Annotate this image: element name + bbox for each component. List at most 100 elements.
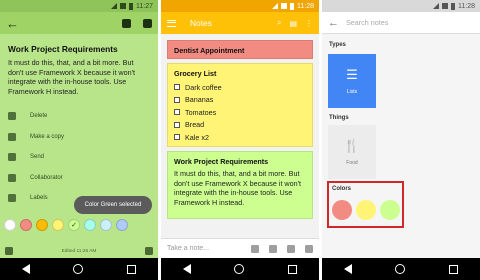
checkbox-icon[interactable] (174, 109, 180, 116)
nav-recents-icon[interactable] (288, 264, 298, 274)
editor-footer: Edited 11:26 AM (0, 244, 158, 258)
checklist-item[interactable]: Tomatoes (168, 106, 312, 119)
checklist-item-label: Dark coffee (185, 82, 222, 92)
menu-item-collaborator[interactable]: Collaborator (0, 168, 158, 189)
person-add-icon (8, 173, 16, 182)
checkbox-icon[interactable] (174, 84, 180, 91)
status-time: 11:27 (136, 2, 153, 10)
signal-icon (272, 3, 278, 9)
edited-timestamp: Edited 11:26 AM (61, 248, 97, 254)
menu-item-label: Delete (30, 113, 48, 120)
swatch-red[interactable] (20, 219, 32, 231)
nav-home-icon[interactable] (73, 264, 84, 274)
archive-icon[interactable] (143, 18, 152, 28)
checklist-item[interactable]: Bread (168, 119, 312, 132)
checkbox-icon[interactable] (174, 121, 180, 128)
editor-toolbar: ← (0, 12, 158, 34)
swatch-orange[interactable] (36, 219, 48, 231)
reminder-hand-icon[interactable] (122, 18, 131, 28)
menu-item-make-copy[interactable]: Make a copy (0, 127, 158, 148)
nav-home-icon[interactable] (395, 264, 406, 274)
checklist-item-label: Bread (185, 120, 205, 130)
thing-tile-food[interactable]: 🍴 Food (328, 125, 376, 179)
nav-back-icon[interactable] (21, 264, 30, 274)
nav-recents-icon[interactable] (127, 264, 137, 274)
search-bar: ← Search notes (322, 12, 480, 34)
swatch-teal[interactable] (84, 219, 96, 231)
checklist-item[interactable]: Dark coffee (168, 81, 312, 94)
view-toggle-icon[interactable]: ▤ (289, 19, 297, 28)
app-bar: Notes ⌕ ▤ ⋮ (161, 12, 319, 34)
color-filter-yellow[interactable] (356, 200, 376, 220)
checkbox-icon[interactable] (174, 134, 180, 141)
menu-item-label: Make a copy (30, 133, 65, 140)
wifi-icon (442, 3, 448, 9)
checklist-item-label: Kale x2 (185, 132, 209, 142)
android-nav-bar (161, 258, 319, 280)
swatch-green[interactable]: ✓ (68, 219, 80, 231)
types-section-label: Types (329, 42, 346, 48)
android-nav-bar (0, 258, 158, 280)
more-options-icon[interactable] (145, 247, 153, 255)
signal-icon (111, 3, 117, 9)
status-bar: 11:27 (0, 0, 158, 12)
swatch-blue[interactable] (100, 219, 112, 231)
note-card-dentist[interactable]: Dentist Appointment (167, 40, 313, 59)
nav-back-icon[interactable] (343, 264, 352, 274)
note-card-work[interactable]: Work Project Requirements It must do thi… (167, 151, 313, 219)
color-filter-red[interactable] (332, 200, 352, 220)
note-body[interactable]: It must do this, that, and a bit more. B… (0, 58, 158, 96)
colors-section-highlight: Colors (327, 181, 404, 228)
swatch-dark-blue[interactable] (116, 219, 128, 231)
nav-home-icon[interactable] (234, 264, 245, 274)
things-section-label: Things (329, 115, 349, 121)
pen-icon[interactable] (269, 244, 277, 253)
color-filter-green[interactable] (380, 200, 400, 220)
note-card-grocery[interactable]: Grocery List Dark coffee Bananas Tomatoe… (167, 63, 313, 147)
trash-icon (8, 112, 16, 121)
app-title: Notes (190, 18, 212, 28)
nav-back-icon[interactable] (182, 264, 191, 274)
share-icon (8, 153, 16, 162)
add-box-icon[interactable] (5, 247, 13, 255)
card-title: Grocery List (174, 69, 217, 78)
note-editor-screen: 11:27 ← Work Project Requirements It mus… (0, 0, 158, 280)
swatch-yellow[interactable] (52, 219, 64, 231)
swatch-white[interactable] (4, 219, 16, 231)
menu-icon[interactable] (167, 19, 176, 27)
fork-knife-icon: 🍴 (343, 138, 361, 153)
status-time: 11:28 (458, 2, 475, 10)
note-options-menu: Delete Make a copy Send Collaborator Lab… (0, 106, 158, 209)
color-selected-toast: Color Green selected (74, 196, 152, 214)
search-input[interactable]: Search notes (346, 18, 388, 27)
checklist-item[interactable]: Kale x2 (168, 131, 312, 144)
menu-item-send[interactable]: Send (0, 147, 158, 168)
checklist-item-label: Bananas (185, 95, 214, 105)
menu-item-label: Labels (30, 195, 48, 202)
take-note-input[interactable]: Take a note... (167, 245, 241, 252)
status-bar: 11:28 (322, 0, 480, 12)
type-tile-lists[interactable]: ☰ Lists (328, 54, 376, 108)
camera-icon[interactable] (305, 244, 313, 253)
more-vert-icon[interactable]: ⋮ (305, 19, 313, 28)
menu-item-delete[interactable]: Delete (0, 106, 158, 127)
label-icon (8, 194, 16, 203)
note-title[interactable]: Work Project Requirements (0, 34, 158, 58)
menu-item-label: Collaborator (30, 174, 63, 181)
list-icon[interactable] (251, 244, 259, 253)
battery-icon (129, 2, 133, 10)
search-icon[interactable]: ⌕ (277, 18, 281, 28)
tile-label: Food (346, 160, 358, 166)
status-time: 11:28 (297, 2, 314, 10)
colors-section-label: Colors (332, 186, 352, 192)
tile-label: Lists (346, 89, 358, 95)
nav-recents-icon[interactable] (449, 264, 459, 274)
mic-icon[interactable] (287, 244, 295, 253)
search-filter-screen: 11:28 ← Search notes Types ☰ Lists Thing… (322, 0, 480, 280)
card-body: It must do this, that, and a bit more. B… (174, 169, 301, 207)
checkbox-icon[interactable] (174, 96, 180, 103)
back-arrow-icon[interactable]: ← (6, 16, 22, 31)
back-arrow-icon[interactable]: ← (328, 17, 346, 29)
checklist-item[interactable]: Bananas (168, 94, 312, 107)
wifi-icon (120, 3, 126, 9)
